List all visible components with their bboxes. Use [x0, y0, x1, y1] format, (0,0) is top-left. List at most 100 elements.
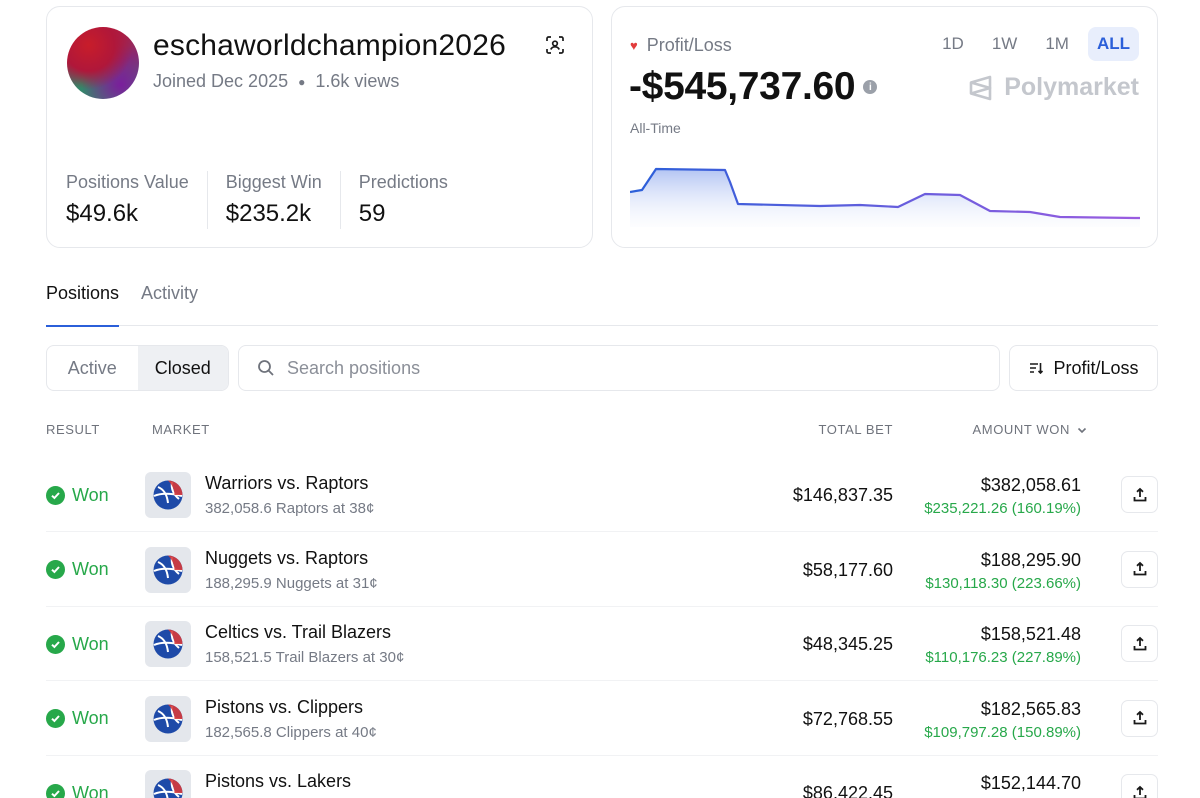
- search-input[interactable]: [287, 357, 967, 379]
- profit-loss-card: ♥ Profit/Loss 1D 1W 1M ALL -$545,737.60 …: [611, 6, 1158, 248]
- result-label: Won: [72, 708, 109, 728]
- check-circle-icon: [46, 485, 65, 505]
- column-header-amount-won[interactable]: AMOUNT WON: [973, 422, 1088, 437]
- basketball-icon: [145, 695, 191, 742]
- result-label: Won: [72, 559, 109, 579]
- info-icon[interactable]: i: [863, 80, 878, 94]
- result-label: Won: [72, 782, 109, 798]
- range-all[interactable]: ALL: [1087, 27, 1139, 61]
- market-title[interactable]: Pistons vs. Lakers: [205, 771, 351, 792]
- market-title[interactable]: Nuggets vs. Raptors: [205, 548, 368, 569]
- stat-label: Positions Value: [66, 172, 189, 192]
- range-1m[interactable]: 1M: [1036, 27, 1078, 61]
- market-title[interactable]: Warriors vs. Raptors: [205, 473, 368, 494]
- stat-biggest-win: Biggest Win $235.2k: [206, 171, 340, 229]
- sort-button[interactable]: Profit/Loss: [1009, 345, 1158, 391]
- stat-value: $235.2k: [225, 200, 312, 227]
- range-1w[interactable]: 1W: [983, 27, 1027, 61]
- basketball-icon: [145, 546, 191, 593]
- stat-predictions: Predictions 59: [339, 171, 466, 229]
- column-header-market: MARKET: [152, 422, 210, 437]
- pnl-amount: -$545,737.60: [629, 65, 856, 108]
- stat-label: Predictions: [358, 172, 448, 192]
- amount-won-value: $182,565.83: [980, 698, 1081, 719]
- table-row[interactable]: Won Pistons vs. Clippers 182,565.8 Clipp…: [46, 682, 1158, 756]
- basketball-icon: [145, 621, 191, 667]
- profit-value: $130,118.30 (223.66%): [925, 574, 1081, 592]
- separator-dot: ●: [298, 74, 306, 89]
- stat-value: 59: [358, 200, 386, 227]
- search-box: [238, 345, 1000, 391]
- total-bet-value: $86,422.45: [802, 783, 893, 798]
- sort-label: Profit/Loss: [1053, 357, 1139, 378]
- joined-date: Joined Dec 2025: [153, 71, 289, 91]
- share-icon: [1133, 561, 1146, 576]
- tab-positions[interactable]: Positions: [46, 283, 120, 327]
- amount-won-value: $188,295.90: [980, 549, 1081, 570]
- check-circle-icon: [46, 783, 65, 798]
- total-bet-value: $58,177.60: [802, 559, 893, 580]
- total-bet-value: $48,345.25: [802, 634, 893, 654]
- range-1d[interactable]: 1D: [933, 27, 973, 61]
- check-circle-icon: [46, 634, 65, 654]
- column-header-amount-won-label: AMOUNT WON: [972, 422, 1070, 437]
- share-button[interactable]: [1121, 550, 1158, 588]
- result-cell: Won: [46, 533, 109, 607]
- profile-meta: Joined Dec 2025 ● 1.6k views: [153, 71, 399, 92]
- market-subtitle: 188,295.9 Nuggets at 31¢: [205, 574, 378, 592]
- check-circle-icon: [46, 560, 65, 579]
- pnl-value: -$545,737.60 i: [629, 65, 878, 109]
- polymarket-logo: Polymarket: [968, 73, 1139, 102]
- result-cell: Won: [46, 607, 109, 681]
- share-icon: [1133, 636, 1146, 650]
- market-subtitle: 382,058.6 Raptors at 38¢: [205, 500, 375, 517]
- total-bet-value: $72,768.55: [802, 708, 893, 729]
- share-icon: [1133, 487, 1146, 501]
- search-icon: [258, 360, 274, 376]
- brand-name: Polymarket: [1004, 73, 1139, 101]
- qr-scan-icon[interactable]: [545, 35, 565, 55]
- share-button[interactable]: [1121, 774, 1158, 798]
- column-header-total-bet: TOTAL BET: [818, 422, 893, 437]
- profit-value: $235,221.26 (160.19%): [924, 500, 1081, 517]
- market-title[interactable]: Celtics vs. Trail Blazers: [205, 622, 391, 643]
- market-subtitle: 158,521.5 Trail Blazers at 30¢: [205, 649, 405, 666]
- profile-card: eschaworldchampion2026 Joined Dec 2025 ●…: [46, 6, 593, 248]
- total-bet-value: $146,837.35: [792, 485, 893, 505]
- filter-closed-button[interactable]: Closed: [137, 346, 228, 390]
- amount-won-value: $382,058.61: [980, 475, 1081, 495]
- view-count: 1.6k views: [315, 71, 400, 91]
- result-label: Won: [72, 633, 109, 654]
- market-title[interactable]: Pistons vs. Clippers: [205, 697, 363, 718]
- table-row[interactable]: Won Pistons vs. Lakers $86,422.45 $152,1…: [46, 756, 1158, 798]
- sort-icon: [1030, 363, 1044, 375]
- chevron-down-icon: [1077, 427, 1087, 433]
- filter-active-button[interactable]: Active: [47, 346, 138, 390]
- table-row[interactable]: Won Celtics vs. Trail Blazers 158,521.5 …: [46, 607, 1158, 681]
- share-button[interactable]: [1121, 625, 1158, 662]
- profit-value: $109,797.28 (150.89%): [924, 723, 1081, 741]
- table-row[interactable]: Won Warriors vs. Raptors 382,058.6 Rapto…: [46, 458, 1158, 532]
- table-row[interactable]: Won Nuggets vs. Raptors 188,295.9 Nugget…: [46, 533, 1158, 607]
- share-button[interactable]: [1121, 699, 1158, 737]
- market-subtitle: 182,565.8 Clippers at 40¢: [205, 723, 377, 741]
- status-toggle: Active Closed: [46, 345, 229, 391]
- heart-down-icon: ♥: [630, 38, 638, 53]
- polymarket-logo-icon: [969, 75, 992, 100]
- column-header-result: RESULT: [46, 422, 100, 437]
- pnl-sparkline-area: [630, 169, 1140, 227]
- result-cell: Won: [46, 458, 109, 532]
- result-cell: Won: [46, 756, 109, 798]
- share-icon: [1133, 710, 1146, 725]
- basketball-icon: [145, 472, 191, 518]
- pnl-label: Profit/Loss: [646, 35, 732, 55]
- profit-value: $110,176.23 (227.89%): [925, 649, 1081, 666]
- stat-value: $49.6k: [66, 200, 139, 227]
- username: eschaworldchampion2026: [153, 29, 506, 62]
- basketball-icon: [145, 770, 191, 798]
- tab-activity[interactable]: Activity: [141, 283, 198, 326]
- amount-won-value: $158,521.48: [980, 624, 1081, 644]
- share-button[interactable]: [1121, 476, 1158, 513]
- stat-positions-value: Positions Value $49.6k: [66, 171, 207, 229]
- share-icon: [1133, 785, 1146, 798]
